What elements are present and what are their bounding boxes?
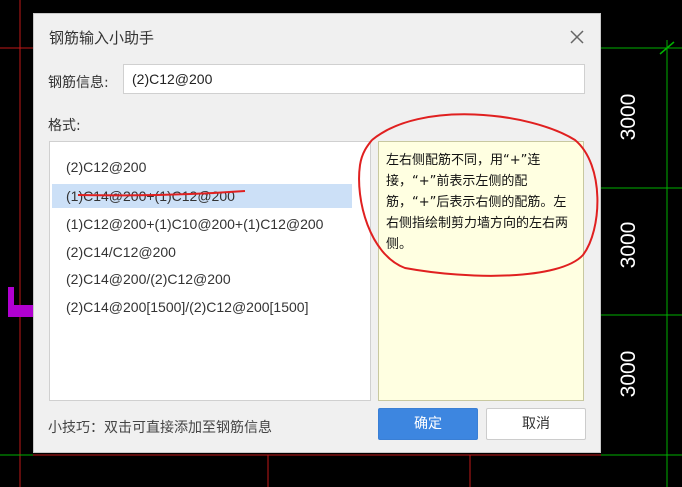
close-button[interactable] [566,26,588,48]
rebar-info-label: 钢筋信息: [48,75,109,91]
rebar-info-input[interactable]: (2)C12@200 [123,64,585,94]
format-item-selected[interactable]: (1)C14@200+(1)C12@200 [52,184,352,208]
format-item[interactable]: (2)C14/C12@200 [52,240,352,264]
cancel-button[interactable]: 取消 [486,408,586,440]
title-bar: 钢筋输入小助手 [34,14,600,60]
ok-button[interactable]: 确定 [378,408,478,440]
close-icon [570,30,584,44]
format-item[interactable]: (1)C12@200+(1)C10@200+(1)C12@200 [52,212,352,236]
dimension-label: 3000 [617,93,640,141]
format-list[interactable]: (2)C12@200 (1)C14@200+(1)C12@200 (1)C12@… [49,141,371,401]
format-item[interactable]: (2)C12@200 [52,155,352,179]
format-label: 格式: [48,118,81,134]
format-item[interactable]: (2)C14@200[1500]/(2)C12@200[1500] [52,295,352,319]
tip-text: 小技巧：双击可直接添加至钢筋信息 [48,420,272,436]
format-description: 左右侧配筋不同，用“+”连接，“+”前表示左侧的配筋，“+”后表示右侧的配筋。左… [378,141,584,401]
dimension-label: 3000 [617,221,640,269]
format-item[interactable]: (2)C14@200/(2)C12@200 [52,267,352,291]
dialog-title: 钢筋输入小助手 [49,29,155,47]
dimension-label: 3000 [617,350,640,398]
wall-marker [8,305,33,317]
rebar-input-dialog: 钢筋输入小助手 钢筋信息: (2)C12@200 格式: (2)C12@200 … [33,13,601,453]
